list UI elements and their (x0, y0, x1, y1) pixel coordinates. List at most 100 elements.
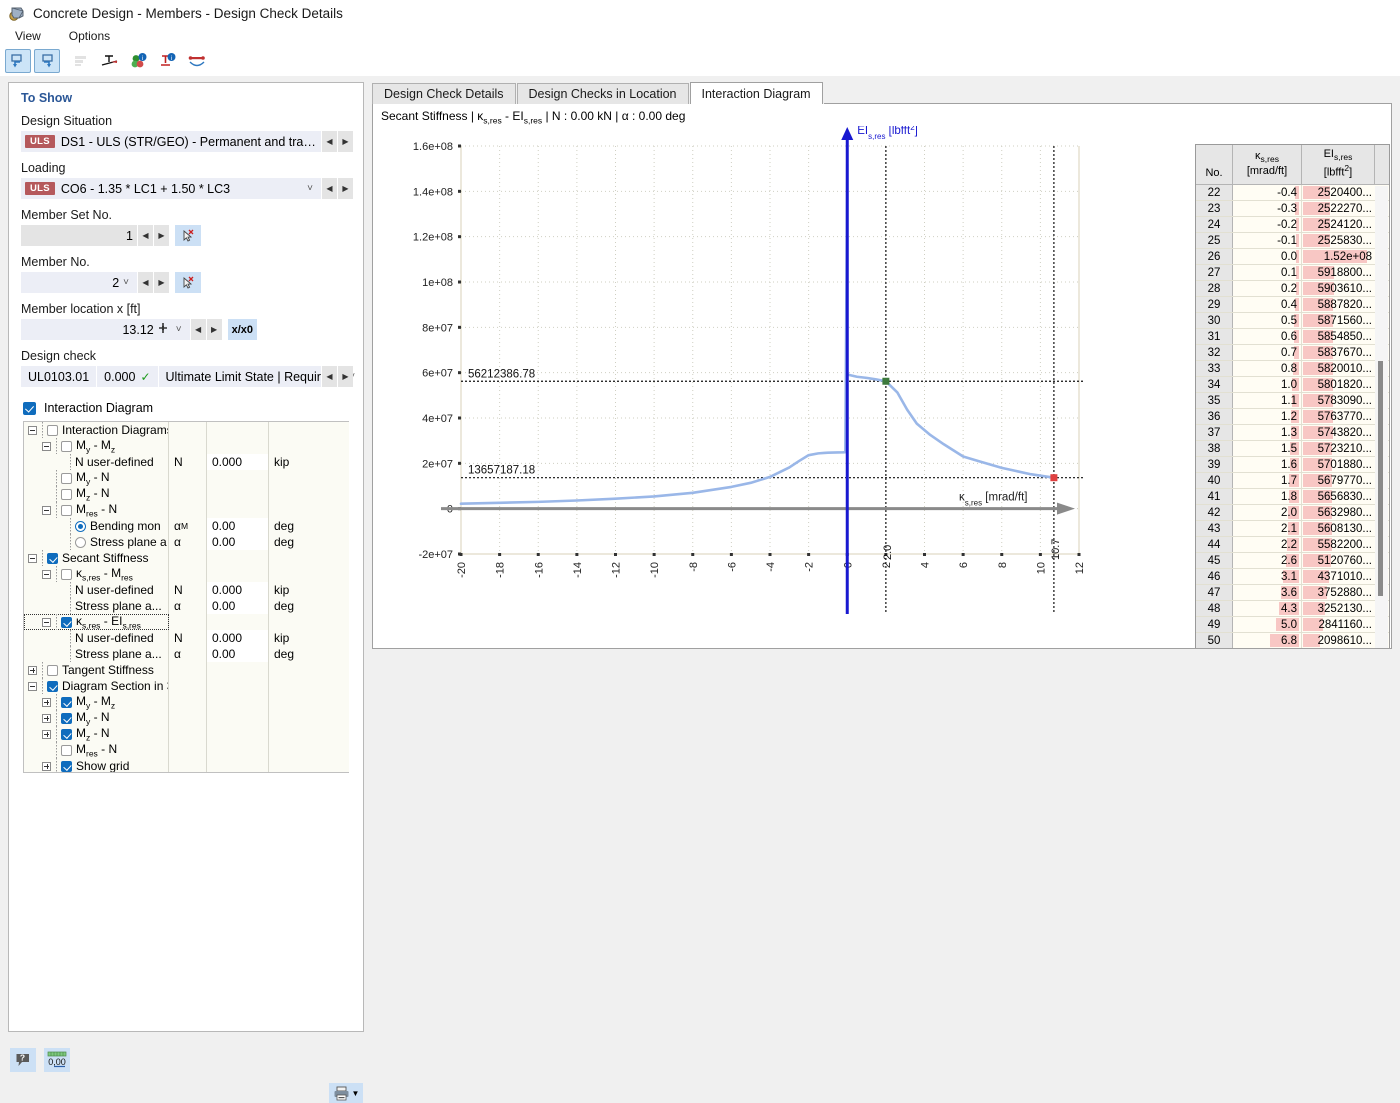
member-set-pick-icon[interactable] (175, 225, 201, 246)
row-ei[interactable]: 5582200... (1302, 537, 1375, 552)
expand-icon[interactable] (42, 713, 51, 723)
tree-item-secant-stiffness[interactable]: Secant Stiffness (24, 550, 349, 566)
tree-checkbox[interactable] (47, 680, 58, 692)
row-ei[interactable]: 5837670... (1302, 345, 1375, 360)
tree-item-my-n[interactable]: My - N (24, 710, 349, 726)
collapse-icon[interactable] (42, 569, 51, 579)
tree-radio[interactable] (75, 520, 86, 532)
design-check-prev-button[interactable]: ◀ (321, 366, 337, 387)
row-ei[interactable]: 1.52e+08 (1302, 249, 1375, 264)
row-ei[interactable]: 2520400... (1302, 185, 1375, 200)
expand-icon[interactable] (42, 761, 51, 771)
loading-next-button[interactable]: ▶ (337, 178, 353, 199)
tree-item-n-user-defined[interactable]: N user-defined N 0.000 kip (24, 582, 349, 598)
table-row[interactable]: 42 2.0 5632980... (1196, 505, 1389, 521)
row-kappa[interactable]: 0.2 (1233, 281, 1302, 296)
row-kappa[interactable]: 6.8 (1233, 633, 1302, 648)
interaction-diagram-toggle[interactable]: Interaction Diagram (9, 387, 363, 421)
tree-value[interactable] (207, 614, 269, 630)
tree-item-stress-plane-a[interactable]: Stress plane a... α 0.00 deg (24, 646, 349, 662)
member-set-next-button[interactable]: ▶ (153, 225, 169, 246)
tree-checkbox[interactable] (61, 472, 72, 484)
tree-value[interactable] (207, 694, 269, 710)
member-location-next-button[interactable]: ▶ (205, 319, 222, 340)
tab-design-check-details[interactable]: Design Check Details (372, 83, 516, 104)
row-ei[interactable]: 4371010... (1302, 569, 1375, 584)
tree-value[interactable]: 0.000 (207, 630, 269, 646)
member-set-input[interactable]: 1 (21, 225, 137, 246)
design-situation-prev-button[interactable]: ◀ (321, 131, 337, 152)
member-no-input[interactable]: 2 ˅ (21, 272, 137, 293)
row-kappa[interactable]: 3.6 (1233, 585, 1302, 600)
row-ei[interactable]: 5701880... (1302, 457, 1375, 472)
row-kappa[interactable]: 1.7 (1233, 473, 1302, 488)
row-ei[interactable]: 3252130... (1302, 601, 1375, 616)
tree-value[interactable] (207, 470, 269, 486)
row-ei[interactable]: 5608130... (1302, 521, 1375, 536)
row-kappa[interactable]: 0.1 (1233, 265, 1302, 280)
tree-value[interactable] (207, 678, 269, 694)
tree-value[interactable] (207, 438, 269, 454)
collapse-icon[interactable] (28, 553, 37, 563)
tree-value[interactable]: 0.00 (207, 598, 269, 614)
table-row[interactable]: 45 2.6 5120760... (1196, 553, 1389, 569)
tree-item-my-mz[interactable]: My - Mz (24, 438, 349, 454)
table-row[interactable]: 47 3.6 3752880... (1196, 585, 1389, 601)
tree-checkbox[interactable] (61, 568, 72, 580)
table-row[interactable]: 48 4.3 3252130... (1196, 601, 1389, 617)
design-situation-combo[interactable]: ULS DS1 - ULS (STR/GEO) - Permanent and … (21, 131, 321, 152)
row-kappa[interactable]: -0.1 (1233, 233, 1302, 248)
row-kappa[interactable]: -0.4 (1233, 185, 1302, 200)
row-ei[interactable]: 5854850... (1302, 329, 1375, 344)
print-button[interactable]: ▼ (329, 1083, 363, 1103)
tree-value[interactable] (207, 486, 269, 502)
row-kappa[interactable]: 1.6 (1233, 457, 1302, 472)
tree-value[interactable] (207, 726, 269, 742)
table-row[interactable]: 46 3.1 4371010... (1196, 569, 1389, 585)
row-kappa[interactable]: 5.0 (1233, 617, 1302, 632)
row-kappa[interactable]: 1.2 (1233, 409, 1302, 424)
row-ei[interactable]: 5120760... (1302, 553, 1375, 568)
member-no-next-button[interactable]: ▶ (153, 272, 169, 293)
tree-value[interactable]: 0.000 (207, 582, 269, 598)
interaction-diagram-checkbox[interactable] (23, 401, 36, 415)
row-kappa[interactable]: 0.4 (1233, 297, 1302, 312)
tree-checkbox[interactable] (47, 664, 58, 676)
tree-value[interactable]: 0.00 (207, 518, 269, 534)
row-ei[interactable]: 2524120... (1302, 217, 1375, 232)
collapse-icon[interactable] (42, 441, 51, 451)
menu-item-view[interactable]: View (12, 28, 44, 44)
tree-value[interactable]: 0.00 (207, 646, 269, 662)
tree-item-mz-n[interactable]: Mz - N (24, 486, 349, 502)
row-ei[interactable]: 5783090... (1302, 393, 1375, 408)
tree-radio[interactable] (75, 536, 86, 548)
tree-item-ks-res-mres[interactable]: κs,res - Mres (24, 566, 349, 582)
results-table[interactable]: No. κs,res [mrad/ft] EIs,res [lbfft2] 22… (1195, 144, 1390, 648)
chevron-down-icon[interactable]: ˅ (303, 183, 317, 194)
table-body[interactable]: 22 -0.4 2520400... 23 -0.3 2522270... 24 -0.2 25… (1196, 185, 1389, 648)
row-ei[interactable]: 5743820... (1302, 425, 1375, 440)
row-kappa[interactable]: 4.3 (1233, 601, 1302, 616)
row-kappa[interactable]: 2.1 (1233, 521, 1302, 536)
row-ei[interactable]: 5763770... (1302, 409, 1375, 424)
tree-value[interactable] (207, 550, 269, 566)
row-kappa[interactable]: 0.8 (1233, 361, 1302, 376)
row-ei[interactable]: 5903610... (1302, 281, 1375, 296)
tree-checkbox[interactable] (61, 696, 72, 708)
previous-view-icon[interactable] (5, 49, 31, 73)
tree-value[interactable] (207, 710, 269, 726)
tree-item-n-user-defined[interactable]: N user-defined N 0.000 kip (24, 454, 349, 470)
table-row[interactable]: 29 0.4 5887820... (1196, 297, 1389, 313)
row-ei[interactable]: 5820010... (1302, 361, 1375, 376)
table-export-icon[interactable] (68, 49, 94, 73)
table-row[interactable]: 32 0.7 5837670... (1196, 345, 1389, 361)
table-scrollbar-thumb[interactable] (1378, 361, 1383, 596)
table-row[interactable]: 34 1.0 5801820... (1196, 377, 1389, 393)
tree-item-diagram-section-in-3[interactable]: Diagram Section in 3 (24, 678, 349, 694)
loading-combo[interactable]: ULS CO6 - 1.35 * LC1 + 1.50 * LC3 ˅ (21, 178, 321, 199)
row-kappa[interactable]: 1.0 (1233, 377, 1302, 392)
row-ei[interactable]: 5918800... (1302, 265, 1375, 280)
member-location-input[interactable]: 13.12 ˅ (21, 319, 190, 340)
tree-value[interactable]: 0.000 (207, 454, 269, 470)
tree-checkbox[interactable] (47, 552, 58, 564)
